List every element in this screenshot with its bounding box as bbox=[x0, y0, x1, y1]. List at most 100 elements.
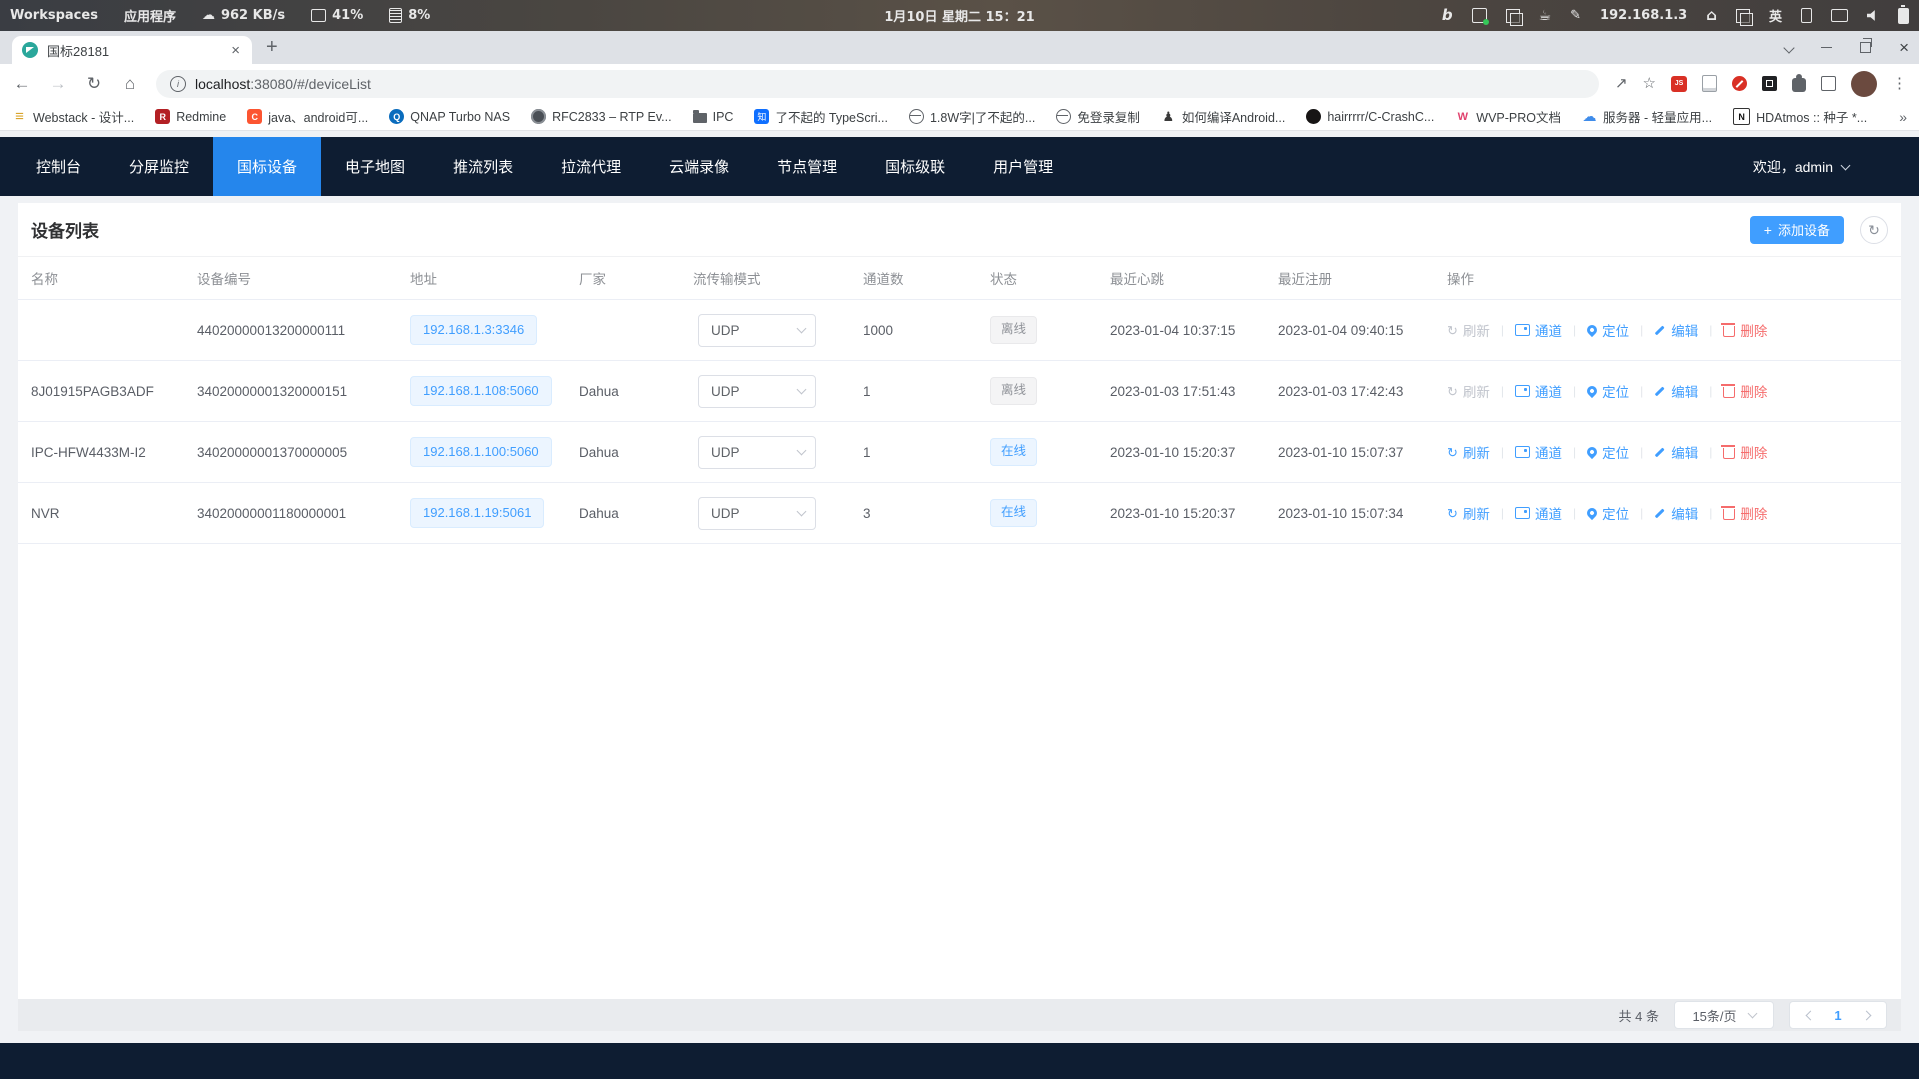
bookmark-copy-tool[interactable]: 免登录复制 bbox=[1056, 107, 1140, 126]
clock[interactable]: 1月10日 星期二 15：21 bbox=[884, 6, 1034, 25]
stream-mode-select[interactable]: UDP bbox=[698, 375, 816, 408]
bookmark-zhihu[interactable]: 知 了不起的 TypeScri... bbox=[754, 107, 888, 126]
close-window-icon[interactable]: × bbox=[1899, 38, 1909, 58]
back-icon[interactable]: ← bbox=[12, 74, 32, 94]
phonelink-icon[interactable] bbox=[1801, 8, 1812, 23]
stream-mode-select[interactable]: UDP bbox=[698, 314, 816, 347]
edit-button[interactable]: 编辑 bbox=[1654, 503, 1698, 523]
clipboard-manager-icon[interactable] bbox=[1506, 9, 1520, 23]
extensions-puzzle-icon[interactable] bbox=[1792, 78, 1806, 92]
delete-button[interactable]: 删除 bbox=[1723, 442, 1767, 462]
tab-close-icon[interactable]: × bbox=[229, 42, 242, 59]
current-page-number[interactable]: 1 bbox=[1824, 1008, 1852, 1023]
display-icon[interactable] bbox=[1831, 9, 1848, 22]
volume-icon[interactable] bbox=[1867, 10, 1879, 22]
js-extension-icon[interactable]: JS bbox=[1671, 76, 1687, 92]
edit-button[interactable]: 编辑 bbox=[1654, 381, 1698, 401]
coffee-caffeine-icon[interactable]: ☕ bbox=[1539, 9, 1552, 23]
nav-item-pull-proxy[interactable]: 拉流代理 bbox=[537, 137, 645, 196]
col-header-status: 状态 bbox=[990, 268, 1110, 288]
new-tab-button[interactable]: + bbox=[266, 36, 278, 59]
page-size-select[interactable]: 15条/页 bbox=[1674, 1001, 1774, 1029]
locate-button[interactable]: 定位 bbox=[1587, 503, 1629, 523]
edit-button[interactable]: 编辑 bbox=[1654, 320, 1698, 340]
bookmark-hdatmos[interactable]: N HDAtmos :: 种子 *... bbox=[1733, 107, 1867, 126]
applications-menu-button[interactable]: 应用程序 bbox=[124, 6, 176, 25]
site-info-icon[interactable]: i bbox=[170, 76, 186, 92]
nav-item-push-list[interactable]: 推流列表 bbox=[429, 137, 537, 196]
memory-usage-indicator[interactable]: 8% bbox=[389, 8, 430, 23]
nav-item-node-manage[interactable]: 节点管理 bbox=[753, 137, 861, 196]
tab-search-chevron-icon[interactable] bbox=[1783, 42, 1794, 53]
address-bar[interactable]: i localhost:38080/#/deviceList bbox=[156, 70, 1599, 98]
minimize-window-icon[interactable] bbox=[1821, 47, 1832, 49]
browser-menu-icon[interactable]: ⋮ bbox=[1892, 76, 1907, 91]
trash-icon bbox=[1723, 448, 1735, 459]
forward-icon[interactable]: → bbox=[48, 74, 68, 94]
stream-mode-select[interactable]: UDP bbox=[698, 497, 816, 530]
add-device-button[interactable]: + 添加设备 bbox=[1750, 216, 1844, 244]
next-page-button[interactable] bbox=[1852, 1012, 1880, 1019]
cpu-usage-indicator[interactable]: 41% bbox=[311, 8, 363, 23]
nav-item-e-map[interactable]: 电子地图 bbox=[321, 137, 429, 196]
battery-icon[interactable] bbox=[1898, 8, 1909, 24]
bookmark-csdn[interactable]: C java、android可... bbox=[247, 107, 368, 126]
bookmark-star-icon[interactable]: ☆ bbox=[1643, 76, 1656, 91]
bookmark-rfc2833[interactable]: RFC2833 – RTP Ev... bbox=[531, 109, 672, 124]
bookmark-typescript-article[interactable]: 1.8W字|了不起的... bbox=[909, 107, 1035, 126]
home-tray-icon[interactable]: ⌂ bbox=[1706, 8, 1717, 23]
delete-button[interactable]: 删除 bbox=[1723, 320, 1767, 340]
share-icon[interactable]: ↗ bbox=[1615, 76, 1628, 91]
ip-address-indicator[interactable]: 192.168.1.3 bbox=[1600, 8, 1687, 23]
refresh-device-button[interactable]: ↻刷新 bbox=[1447, 503, 1490, 523]
nav-item-split-monitor[interactable]: 分屏监控 bbox=[105, 137, 213, 196]
bookmark-wvp-docs[interactable]: W WVP-PRO文档 bbox=[1455, 107, 1561, 126]
channels-button[interactable]: 通道 bbox=[1515, 503, 1562, 523]
blocker-extension-icon[interactable] bbox=[1732, 76, 1747, 91]
stream-mode-select[interactable]: UDP bbox=[698, 436, 816, 469]
bing-tray-icon[interactable]: b bbox=[1442, 8, 1453, 23]
workspaces-button[interactable]: Workspaces bbox=[10, 8, 98, 23]
bookmark-redmine[interactable]: R Redmine bbox=[155, 109, 226, 124]
profile-avatar[interactable] bbox=[1851, 71, 1877, 97]
delete-button[interactable]: 删除 bbox=[1723, 381, 1767, 401]
bookmark-android-build[interactable]: ♟ 如何编译Android... bbox=[1161, 107, 1286, 126]
edit-button[interactable]: 编辑 bbox=[1654, 442, 1698, 462]
workspace-switcher-icon[interactable] bbox=[1736, 9, 1750, 23]
nav-item-console[interactable]: 控制台 bbox=[12, 137, 105, 196]
prev-page-button[interactable] bbox=[1796, 1012, 1824, 1019]
bookmark-github[interactable]: hairrrrr/C-CrashC... bbox=[1306, 109, 1434, 124]
reader-extension-icon[interactable] bbox=[1762, 76, 1777, 91]
bookmark-qnap[interactable]: Q QNAP Turbo NAS bbox=[389, 109, 510, 124]
nav-item-cloud-record[interactable]: 云端录像 bbox=[645, 137, 753, 196]
locate-button[interactable]: 定位 bbox=[1587, 320, 1629, 340]
user-menu[interactable]: 欢迎，admin bbox=[1753, 137, 1919, 196]
app-indicator-icon[interactable] bbox=[1472, 8, 1487, 23]
bookmarks-overflow-chevron-icon[interactable]: » bbox=[1899, 109, 1907, 125]
stream-mode-value: UDP bbox=[711, 323, 740, 338]
screenshot-pen-icon[interactable]: ✎ bbox=[1570, 9, 1581, 22]
locate-button[interactable]: 定位 bbox=[1587, 442, 1629, 462]
nav-item-user-manage[interactable]: 用户管理 bbox=[969, 137, 1077, 196]
network-speed-indicator[interactable]: ☁ 962 KB/s bbox=[202, 8, 285, 23]
table-row: 8J01915PAGB3ADF 34020000001320000151 192… bbox=[18, 361, 1901, 422]
refresh-list-button[interactable]: ↻ bbox=[1860, 216, 1888, 244]
bookmark-ipc-folder[interactable]: IPC bbox=[693, 110, 734, 124]
restore-window-icon[interactable] bbox=[1860, 42, 1871, 53]
bookmark-cloud-server[interactable]: ☁ 服务器 - 轻量应用... bbox=[1582, 107, 1712, 126]
channels-button[interactable]: 通道 bbox=[1515, 320, 1562, 340]
delete-button[interactable]: 删除 bbox=[1723, 503, 1767, 523]
reload-icon[interactable]: ↻ bbox=[84, 74, 104, 94]
home-icon[interactable]: ⌂ bbox=[120, 74, 140, 94]
bookmark-webstack[interactable]: ≡ Webstack - 设计... bbox=[12, 107, 134, 126]
channels-button[interactable]: 通道 bbox=[1515, 442, 1562, 462]
refresh-device-button[interactable]: ↻刷新 bbox=[1447, 442, 1490, 462]
nav-item-gb-devices[interactable]: 国标设备 bbox=[213, 137, 321, 196]
channels-button[interactable]: 通道 bbox=[1515, 381, 1562, 401]
input-method-indicator[interactable]: 英 bbox=[1769, 6, 1782, 25]
browser-tab[interactable]: 国标28181 × bbox=[12, 36, 252, 64]
capture-extension-icon[interactable] bbox=[1821, 76, 1836, 91]
locate-button[interactable]: 定位 bbox=[1587, 381, 1629, 401]
nav-item-gb-cascade[interactable]: 国标级联 bbox=[861, 137, 969, 196]
document-extension-icon[interactable] bbox=[1702, 75, 1717, 92]
